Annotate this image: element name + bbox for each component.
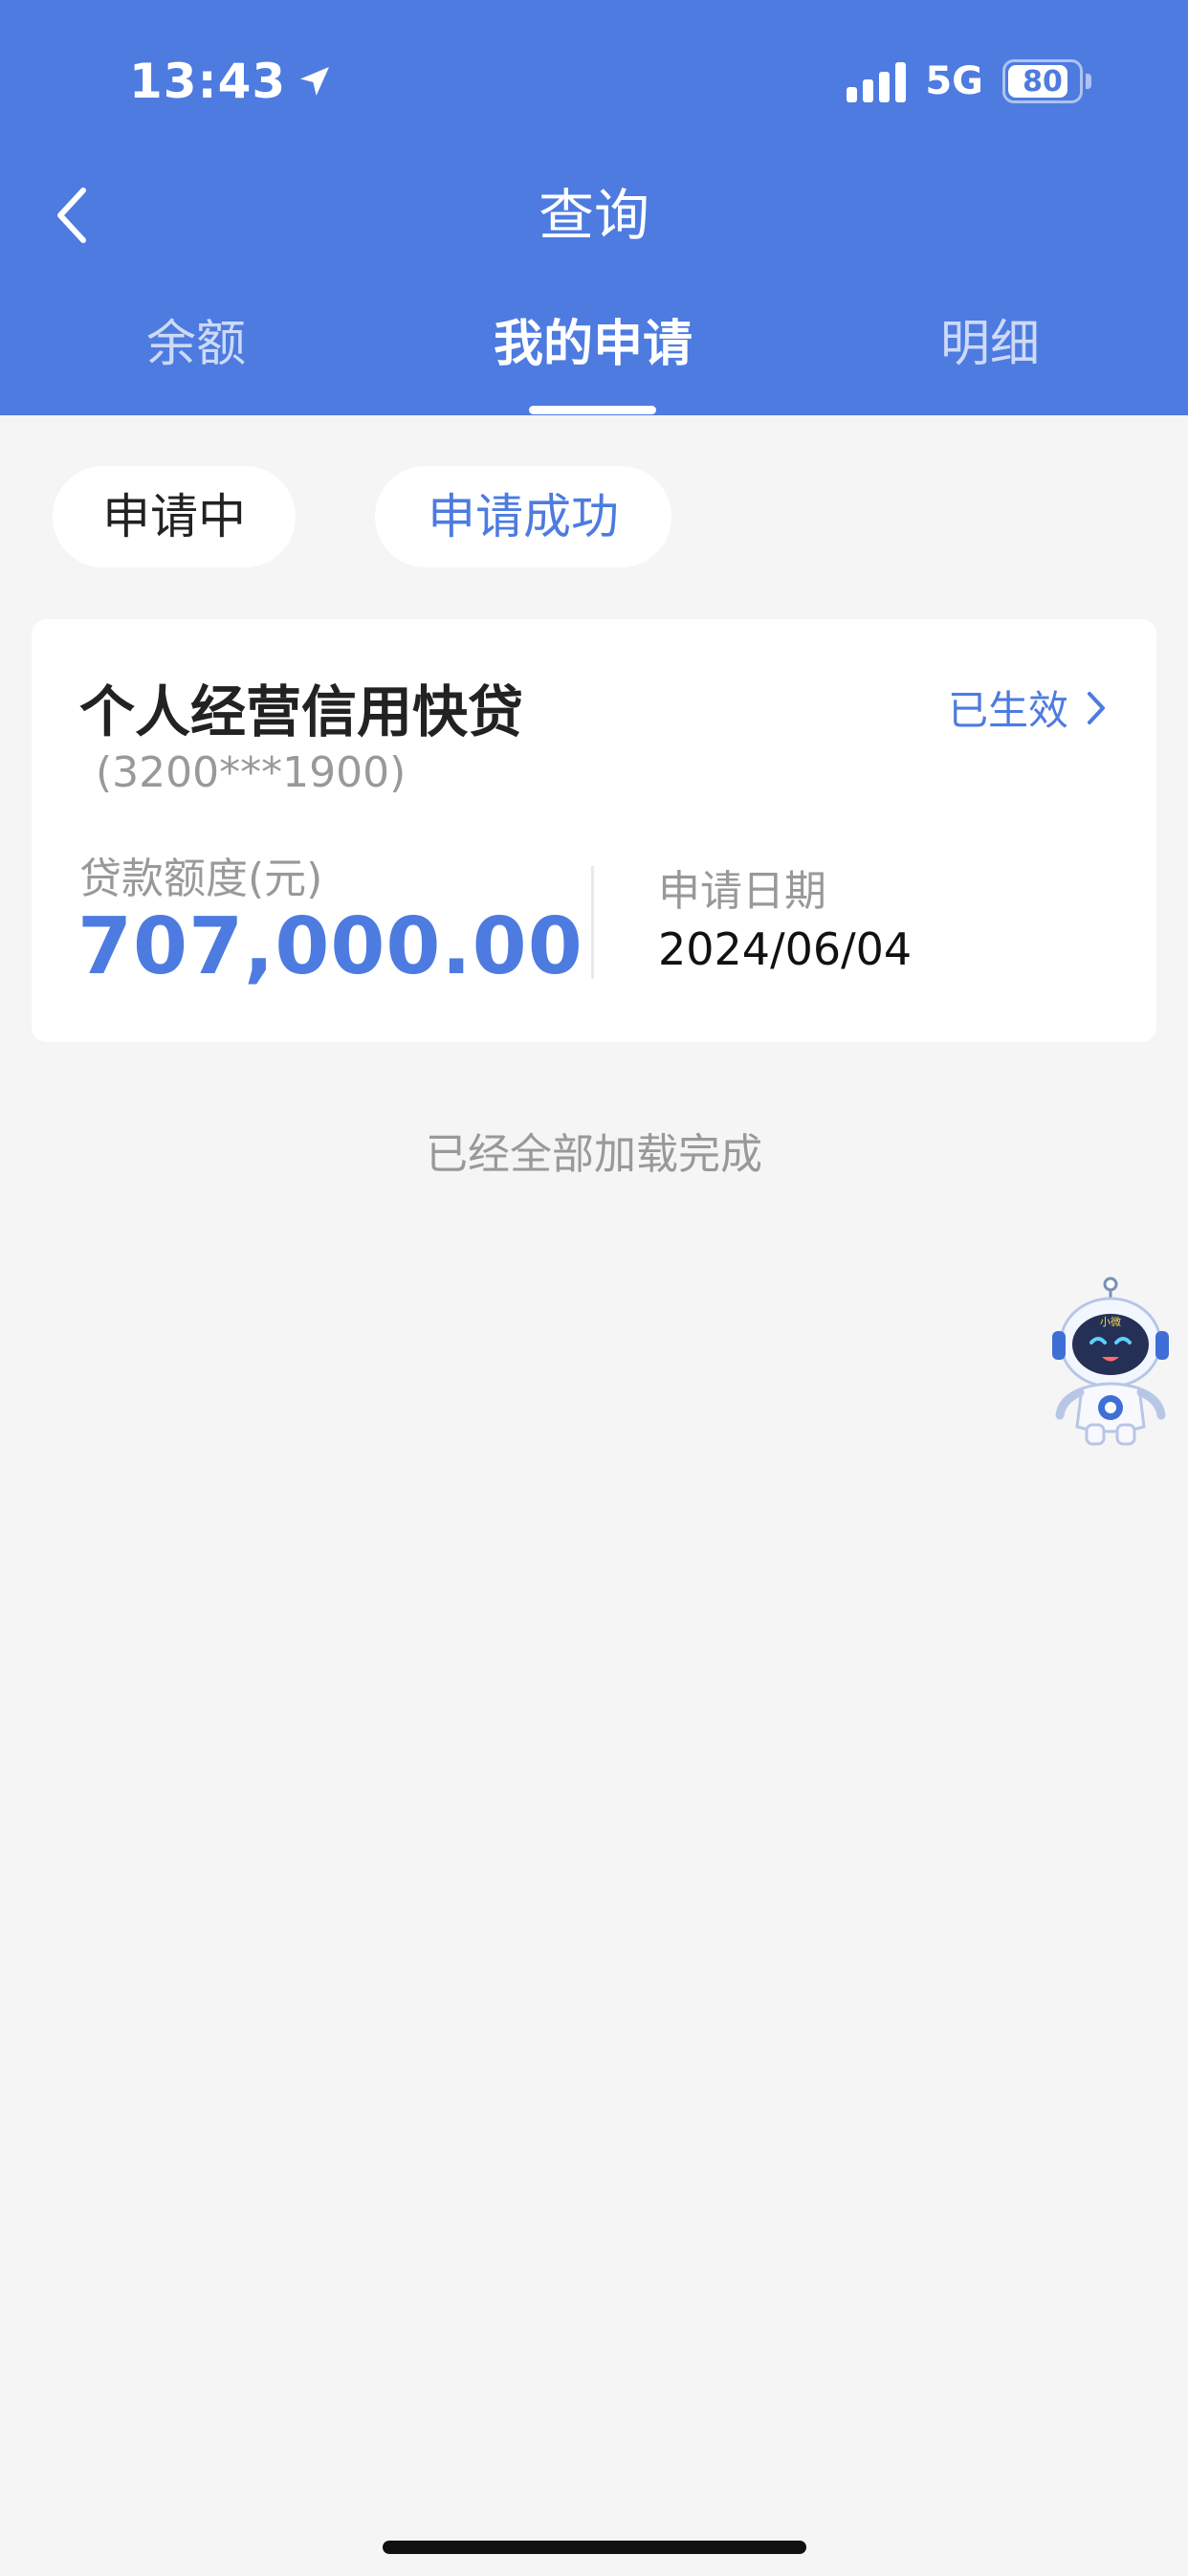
active-tab-indicator bbox=[529, 406, 656, 414]
filter-success-chip[interactable]: 申请成功 bbox=[375, 466, 671, 567]
apply-date-label: 申请日期 bbox=[658, 867, 826, 916]
tab-details[interactable]: 明细 bbox=[894, 297, 1086, 392]
tab-balance[interactable]: 余额 bbox=[100, 297, 292, 392]
tab-bar: 余额 我的申请 明细 bbox=[0, 297, 1188, 415]
application-status: 已生效 bbox=[947, 687, 1068, 734]
product-name: 个人经营信用快贷 bbox=[79, 679, 524, 744]
assistant-robot-icon[interactable]: 小微 bbox=[1048, 1276, 1173, 1448]
status-indicators: 5G 80 bbox=[847, 53, 1091, 110]
account-number: (3200***1900) bbox=[96, 748, 407, 797]
loan-amount-label: 贷款额度(元) bbox=[79, 855, 323, 903]
status-time: 13:43 bbox=[129, 48, 334, 115]
list-end-message: 已经全部加载完成 bbox=[426, 1130, 762, 1179]
application-status-link[interactable]: 已生效 bbox=[948, 678, 1107, 737]
battery-icon: 80 bbox=[1002, 59, 1091, 103]
tab-my-applications[interactable]: 我的申请 bbox=[469, 297, 717, 392]
page-title: 查询 bbox=[538, 183, 649, 248]
signal-icon bbox=[847, 60, 907, 102]
chevron-right-icon bbox=[1088, 691, 1105, 724]
filter-pending-chip[interactable]: 申请中 bbox=[53, 466, 296, 567]
location-arrow-icon bbox=[300, 67, 330, 96]
loan-amount-value: 707,000.00 bbox=[77, 901, 583, 992]
header: 13:43 5G 80 查询 余额 我的申请 明细 bbox=[0, 0, 1188, 415]
card-divider bbox=[591, 866, 594, 979]
home-indicator bbox=[383, 2541, 806, 2554]
application-card[interactable]: 个人经营信用快贷 (3200***1900) 已生效 贷款额度(元) 707,0… bbox=[32, 619, 1156, 1042]
assistant-badge: 小微 bbox=[1100, 1315, 1121, 1328]
network-type: 5G bbox=[925, 59, 983, 103]
status-time-text: 13:43 bbox=[129, 54, 287, 109]
battery-level: 80 bbox=[1023, 64, 1063, 99]
apply-date-value: 2024/06/04 bbox=[658, 923, 913, 975]
